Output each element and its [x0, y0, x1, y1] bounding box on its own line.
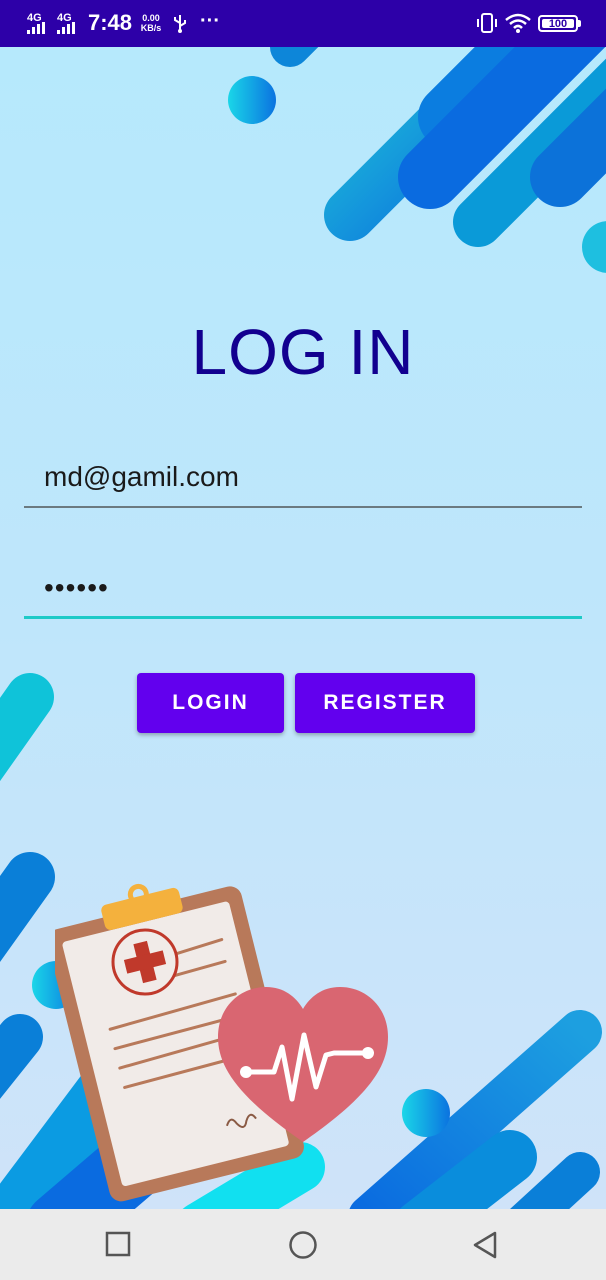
back-icon[interactable] — [470, 1230, 500, 1260]
speed-value: 0.00 — [142, 13, 160, 23]
speed-unit: KB/s — [140, 23, 162, 33]
battery-level: 100 — [542, 19, 574, 30]
login-button[interactable]: LOGIN — [137, 673, 284, 733]
vibrate-icon — [477, 13, 497, 33]
more-notifications: ··· — [200, 10, 220, 32]
medical-cross-icon — [111, 928, 179, 996]
wifi-icon — [505, 13, 531, 33]
register-button[interactable]: REGISTER — [295, 673, 475, 733]
login-screen: LOG IN LOGIN REGISTER — [0, 47, 606, 1209]
signal-icon — [57, 22, 75, 34]
page-title: LOG IN — [191, 316, 415, 388]
email-field[interactable] — [24, 448, 582, 508]
recent-apps-icon[interactable] — [104, 1230, 132, 1258]
password-input[interactable] — [24, 559, 582, 616]
network-speed: 0.00 KB/s — [138, 13, 164, 33]
home-icon[interactable] — [288, 1230, 318, 1260]
heart-pulse-icon — [218, 987, 388, 1142]
signal-icon — [27, 22, 45, 34]
clock: 7:48 — [88, 10, 133, 35]
battery-icon: 100 — [538, 15, 578, 32]
battery-tip — [578, 20, 581, 27]
status-bar: 4G 4G 7:48 0.00 KB/s ··· 100 — [0, 0, 606, 47]
usb-icon — [174, 15, 186, 33]
navigation-bar — [0, 1209, 606, 1280]
password-field[interactable] — [24, 559, 582, 619]
email-input[interactable] — [24, 448, 582, 506]
